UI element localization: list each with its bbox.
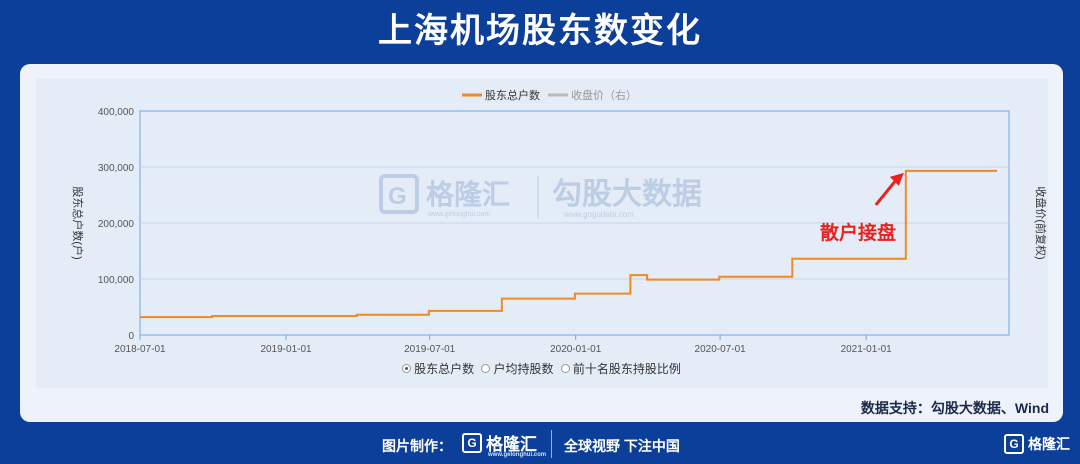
watermark-brand2-url: www.gogudata.com [563,210,634,219]
gelonghui-logo-icon: G [462,432,482,453]
y-tick-labels: 0 100,000 200,000 300,000 400,000 [98,107,135,342]
metric-selector: 股东总户数 户均持股数 前十名股东持股比例 [20,360,1063,377]
radio-dot [560,364,570,373]
x-tick-label: 2018-07-01 [114,344,166,355]
gelonghui-logo-icon: G [1004,434,1024,454]
footer-divider [551,430,552,458]
chart-panel: 股东总户数 收盘价（右） 0 100,000 200,000 300,000 400,0… [36,78,1048,388]
footer-credit: 图片制作： [382,438,452,454]
watermark-brand1: 格隆汇 [426,179,510,210]
radio-dot [402,364,412,373]
x-tick-labels: 2018-07-01 2019-01-01 2019-07-01 2020-01-01… [114,335,892,355]
chart-legend[interactable]: 股东总户数 收盘价（右） [462,88,637,102]
y-tick-label: 100,000 [98,275,135,286]
y-tick-label: 400,000 [98,107,135,118]
radio-label: 户均持股数 [493,362,554,376]
watermark-logo-letter: G [388,183,407,210]
annotation-text: 散户接盘 [820,221,896,244]
y-axis-title-left: 股东总户数(户) [71,186,85,259]
chart-svg: 股东总户数 收盘价（右） 0 100,000 200,000 300,000 400,0… [71,88,1048,355]
radio-label: 前十名股东持股比例 [572,362,681,376]
watermark: G 格隆汇 www.gelonghui.com 勾股大数据 www.goguda… [379,174,702,219]
radio-label: 股东总户数 [414,362,475,376]
watermark-brand2: 勾股大数据 [552,178,702,211]
x-tick-label: 2019-01-01 [260,344,312,355]
footer-logo-url: www.gelonghui.com [488,452,547,458]
radio-shareholders[interactable]: 股东总户数 [402,360,474,377]
y-tick-label: 300,000 [98,163,135,174]
y-tick-label: 200,000 [98,219,135,230]
corner-logo[interactable]: G 格隆汇 [1004,434,1070,454]
legend-label-0: 股东总户数 [485,88,540,102]
data-source: 数据支持：勾股大数据、Wind [860,400,1049,416]
x-tick-label: 2019-07-01 [404,344,456,355]
annotation-arrow [874,176,899,206]
chart-card: 股东总户数 收盘价（右） 0 100,000 200,000 300,000 400,0… [20,64,1063,422]
annotation: 散户接盘 [820,172,904,244]
corner-logo-text: 格隆汇 [1028,436,1070,452]
legend-label-1: 收盘价（右） [571,88,637,102]
y-tick-label: 0 [128,331,134,342]
x-tick-label: 2020-01-01 [550,344,602,355]
y-axis-title-right: 收盘价(前复权) [1034,186,1048,259]
watermark-brand1-url: www.gelonghui.com [427,211,490,218]
x-tick-label: 2021-01-01 [841,344,893,355]
footer-slogan: 全球视野 下注中国 [564,438,680,454]
x-tick-label: 2020-07-01 [695,344,747,355]
page-title: 上海机场股东数变化 [378,11,702,51]
radio-avg-holding[interactable]: 户均持股数 [481,360,554,377]
radio-top10-ratio[interactable]: 前十名股东持股比例 [560,360,681,377]
radio-dot [481,364,491,373]
footer-logo[interactable]: G 格隆汇 www.gelonghui.com [462,430,546,458]
footer: 图片制作： G 格隆汇 www.gelonghui.com 全球视野 下注中国 … [0,428,1080,460]
